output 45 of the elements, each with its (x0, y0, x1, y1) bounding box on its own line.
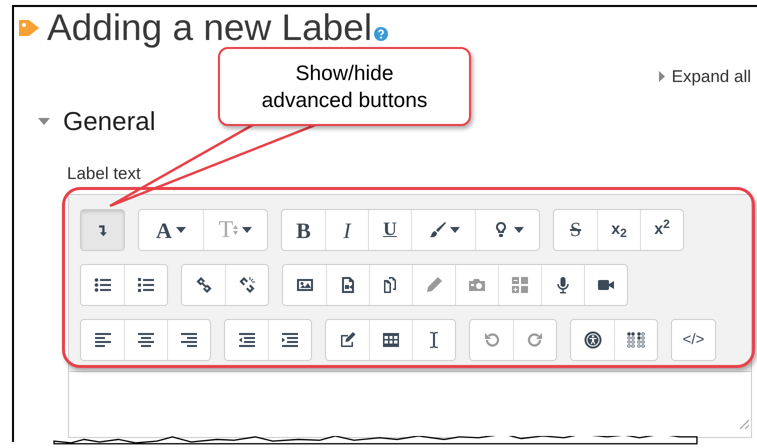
help-icon[interactable] (374, 27, 388, 41)
video-button[interactable] (584, 265, 627, 305)
caret-icon[interactable] (38, 118, 50, 124)
script-button[interactable]: x$^{2}$ (640, 210, 683, 250)
caret-icon (242, 227, 252, 233)
camera-icon (468, 276, 486, 294)
caret-icon (658, 71, 665, 82)
up-down-arrows-icon (233, 225, 238, 235)
braille-button[interactable] (614, 320, 657, 360)
indent-icon (281, 331, 299, 349)
bullet-list-icon (94, 276, 112, 294)
caret-icon (176, 227, 186, 233)
align-right-icon (180, 331, 198, 349)
ol-button[interactable] (124, 265, 167, 305)
edit-icon (338, 331, 356, 349)
align-left-icon (94, 331, 112, 349)
image-icon (296, 276, 314, 294)
section-title[interactable]: General (63, 102, 156, 140)
expand-all-link[interactable]: Expand all (658, 64, 751, 90)
paintbrush-icon (428, 221, 446, 239)
broken-link-icon (238, 276, 256, 294)
callout-text: Show/hide advanced buttons (218, 47, 471, 126)
braille-icon (627, 331, 645, 349)
table-icon (382, 331, 400, 349)
align-right-button[interactable] (167, 320, 210, 360)
resize-handle-icon[interactable] (739, 419, 749, 429)
media-file-icon (339, 276, 357, 294)
indent-button[interactable] (268, 320, 311, 360)
page-title: Adding a new Label (47, 6, 372, 50)
cursor-button[interactable] (412, 320, 455, 360)
accessibility-icon (584, 331, 602, 349)
link-icon (194, 276, 212, 294)
tag-icon (17, 18, 41, 38)
undo-icon (482, 331, 500, 349)
outdent-icon (238, 331, 256, 349)
html-button[interactable]: </> (672, 320, 715, 360)
numbered-list-icon (137, 276, 155, 294)
caret-icon (450, 227, 460, 233)
caret-icon (514, 227, 524, 233)
equation-grid-icon (511, 276, 529, 294)
align-center-icon (137, 331, 155, 349)
redo-icon (526, 331, 544, 349)
pencil-icon (425, 276, 443, 294)
unlink-button[interactable] (225, 265, 268, 305)
field-label: Label text (67, 162, 142, 184)
